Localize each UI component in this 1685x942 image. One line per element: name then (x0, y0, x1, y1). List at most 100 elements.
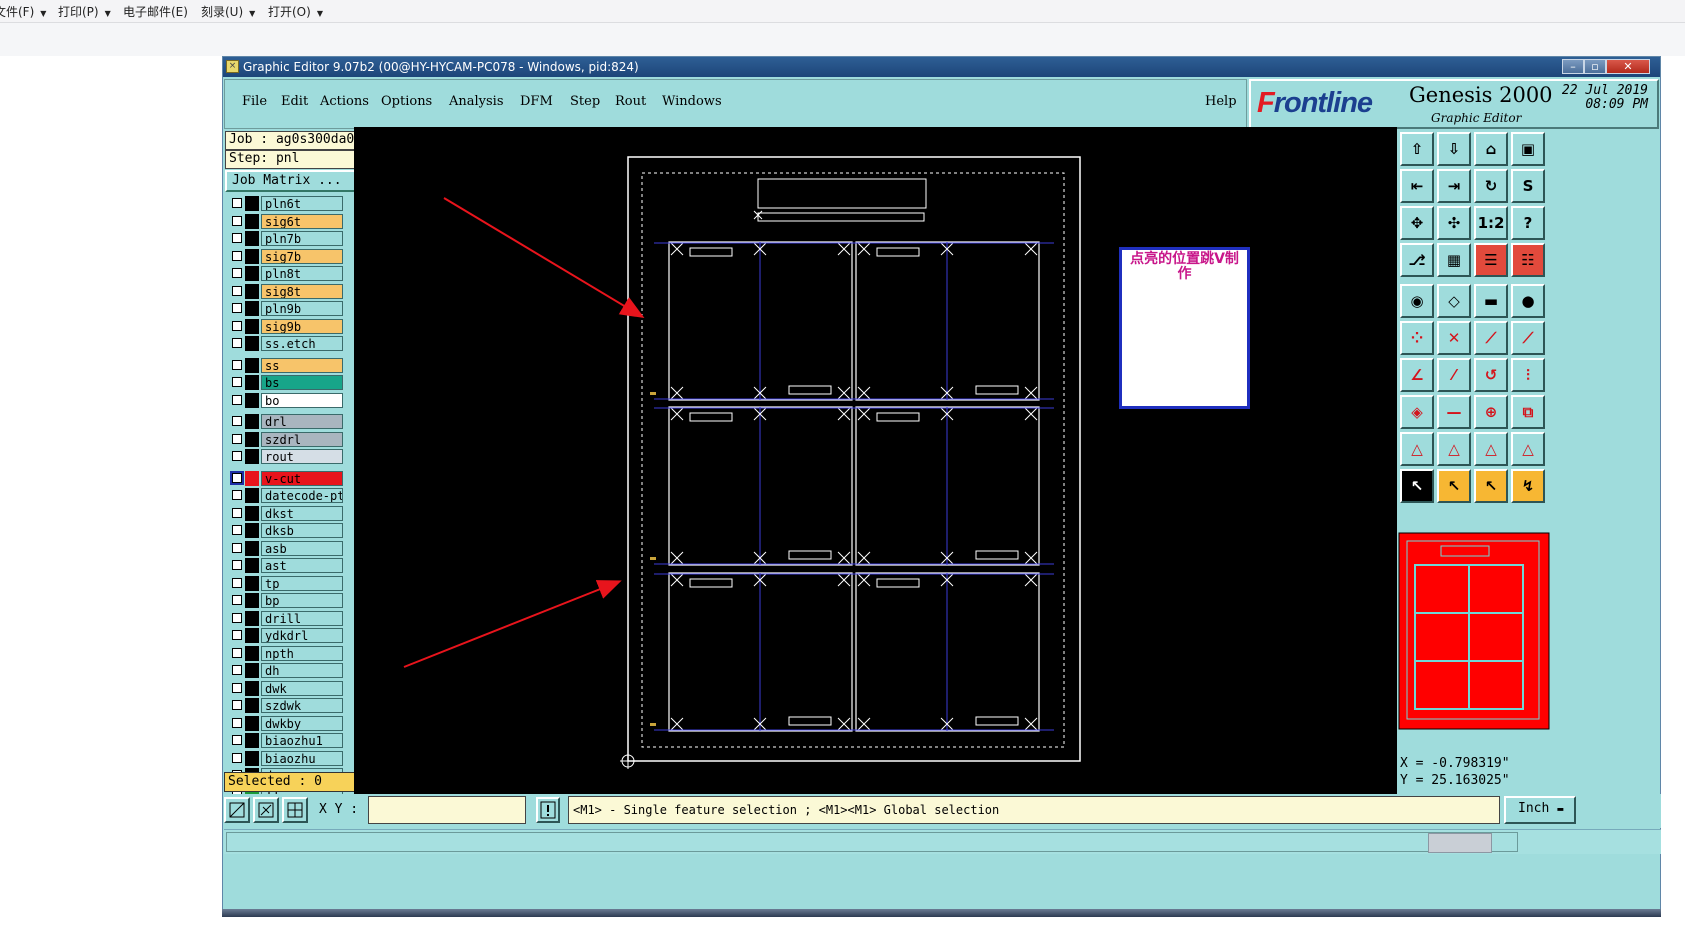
tool-select-button[interactable]: ↖ (1400, 469, 1434, 503)
layer-name[interactable]: ast (261, 558, 343, 573)
host-menu-burn[interactable]: 刻录(U) ▼ (201, 3, 255, 20)
menu-edit[interactable]: Edit (281, 94, 308, 109)
layer-row[interactable]: dh (227, 663, 365, 678)
tool-pan-right-button[interactable]: ⇥ (1437, 169, 1471, 203)
layer-checkbox[interactable] (232, 394, 242, 405)
layer-checkbox[interactable] (232, 490, 242, 500)
layer-row[interactable]: npth (227, 645, 365, 661)
layer-row[interactable]: drl (227, 414, 365, 429)
tool-rotate-button[interactable]: ↻ (1474, 169, 1508, 203)
layer-row[interactable]: ydkdrl (227, 628, 365, 643)
menu-step[interactable]: Step (570, 94, 600, 109)
layer-checkbox[interactable] (232, 338, 242, 348)
layer-row[interactable]: ast (227, 558, 365, 573)
layer-checkbox[interactable] (232, 735, 242, 745)
tool-triangle-a-button[interactable]: △ (1400, 432, 1434, 466)
tool-route-button[interactable]: ⎇ (1400, 243, 1434, 277)
graphics-canvas[interactable]: 点亮的位置跳V制作 (354, 127, 1397, 794)
layer-row[interactable]: dkst (227, 505, 365, 521)
unit-selector[interactable]: Inch ▬ (1504, 796, 1576, 824)
layer-checkbox[interactable] (232, 416, 242, 426)
layer-checkbox[interactable] (232, 525, 242, 535)
tool-zoom-fit-button[interactable]: ✥ (1400, 206, 1434, 240)
layer-name[interactable]: szdrl (261, 431, 343, 447)
layer-checkbox[interactable] (232, 215, 242, 226)
layer-name[interactable]: sig9b (261, 318, 343, 334)
layer-row[interactable]: ss.etch (227, 336, 365, 351)
menu-windows[interactable]: Windows (662, 94, 722, 109)
layer-row[interactable]: tp (227, 575, 365, 591)
layer-name[interactable]: szdwk (261, 698, 343, 713)
layer-row[interactable]: sig7b (227, 248, 365, 264)
layer-row[interactable]: datecode-pt (227, 488, 365, 503)
host-menu-print[interactable]: 打印(P) ▼ (58, 3, 111, 20)
tool-dot-button[interactable]: ● (1511, 284, 1545, 318)
info-button[interactable] (536, 797, 560, 823)
minimize-button[interactable]: – (1562, 59, 1584, 74)
layer-row[interactable]: dksb (227, 523, 365, 538)
layer-name[interactable]: tp (261, 575, 343, 591)
tool-top-view-button[interactable]: ⇧ (1400, 132, 1434, 166)
minimap[interactable] (1397, 531, 1553, 767)
tool-target-button[interactable]: ◈ (1400, 395, 1434, 429)
layer-name[interactable]: biaozhu1 (261, 733, 343, 748)
layer-checkbox[interactable] (232, 233, 242, 243)
tool-select-edge-button[interactable]: ↖ (1474, 469, 1508, 503)
tool-zoom-center-button[interactable]: ✣ (1437, 206, 1471, 240)
zoom-window-button[interactable] (224, 797, 250, 823)
layer-name[interactable]: rout (261, 449, 343, 464)
layer-name[interactable]: drl (261, 414, 343, 429)
layer-checkbox[interactable] (232, 268, 242, 278)
layer-checkbox[interactable] (232, 359, 242, 370)
layer-name[interactable]: v-cut (261, 470, 343, 486)
tool-layers-alt-button[interactable]: ☷ (1511, 243, 1545, 277)
layer-checkbox[interactable] (232, 752, 242, 763)
layer-name[interactable]: ss (261, 357, 343, 373)
tool-arc-button[interactable]: ⟋ (1511, 321, 1545, 355)
measure-button[interactable] (253, 797, 279, 823)
menu-rout[interactable]: Rout (615, 94, 646, 109)
menu-dfm[interactable]: DFM (520, 94, 553, 109)
tool-select-net-button[interactable]: ↯ (1511, 469, 1545, 503)
tool-measure-button[interactable]: ⊕ (1474, 395, 1508, 429)
tool-select-alt-button[interactable]: ↖ (1437, 469, 1471, 503)
tool-help-button[interactable]: ? (1511, 206, 1545, 240)
tool-dash-button[interactable]: — (1437, 395, 1471, 429)
layer-checkbox[interactable] (232, 630, 242, 640)
tool-undo-arc-button[interactable]: ↺ (1474, 358, 1508, 392)
tool-shape-button[interactable]: ◇ (1437, 284, 1471, 318)
tool-triangle-d-button[interactable]: △ (1511, 432, 1545, 466)
layer-name[interactable]: pln7b (261, 231, 343, 246)
host-menu-file[interactable]: 文件(F) ▼ (0, 3, 46, 20)
layer-row[interactable]: pln7b (227, 231, 365, 246)
layer-row[interactable]: dwk (227, 680, 365, 696)
layer-name[interactable]: dwkby (261, 715, 343, 731)
layer-checkbox[interactable] (232, 542, 242, 553)
tool-slash-button[interactable]: ⁄ (1437, 358, 1471, 392)
layer-row[interactable]: sig8t (227, 283, 365, 299)
host-menu-open[interactable]: 打开(O) ▼ (268, 3, 323, 20)
layer-checkbox[interactable] (232, 320, 242, 331)
layer-row[interactable]: bp (227, 593, 365, 608)
tool-layers-button[interactable]: ☰ (1474, 243, 1508, 277)
tool-home-view-button[interactable]: ⌂ (1474, 132, 1508, 166)
layer-name[interactable]: pln9b (261, 301, 343, 316)
layer-row[interactable]: rout (227, 449, 365, 464)
layer-row[interactable]: bs (227, 375, 365, 390)
tool-pan-left-button[interactable]: ⇤ (1400, 169, 1434, 203)
tool-split-button[interactable]: ⫶ (1511, 358, 1545, 392)
tool-triangle-b-button[interactable]: △ (1437, 432, 1471, 466)
layer-row[interactable]: sig9b (227, 318, 365, 334)
layer-name[interactable]: dkst (261, 505, 343, 521)
layer-checkbox[interactable] (232, 612, 242, 623)
layer-name[interactable]: biaozhu (261, 750, 343, 766)
layer-checkbox[interactable] (232, 377, 242, 387)
layer-name[interactable]: bs (261, 375, 343, 390)
layer-row[interactable]: ss (227, 357, 365, 373)
layer-name[interactable]: ydkdrl (261, 628, 343, 643)
layer-checkbox[interactable] (232, 250, 242, 261)
layer-checkbox[interactable] (232, 285, 242, 296)
layer-row[interactable]: pln6t (227, 196, 365, 211)
layer-name[interactable]: drill (261, 610, 343, 626)
layer-name[interactable]: dh (261, 663, 343, 678)
